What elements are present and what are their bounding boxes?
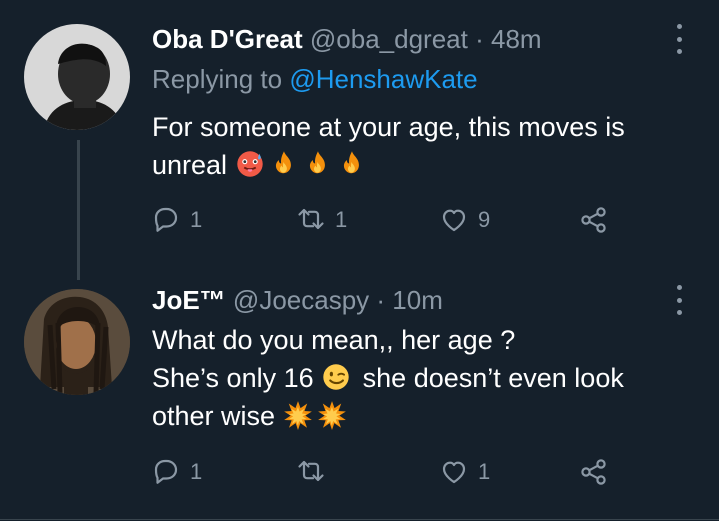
retweet-icon: [298, 460, 324, 482]
fire-emoji: [309, 151, 325, 174]
retweet-button[interactable]: [297, 458, 335, 486]
tweet-actions: 1 1: [152, 458, 622, 498]
tweet-2[interactable]: JoE™ @Joecaspy · 10m What do you mean,, …: [0, 265, 719, 520]
timestamp[interactable]: 10m: [392, 285, 443, 315]
tweet-1[interactable]: Oba D'Great @oba_dgreat · 48m Replying t…: [0, 0, 719, 280]
text-line: What do you mean,, her age ?: [152, 325, 516, 355]
more-options-icon[interactable]: [674, 24, 684, 54]
avatar[interactable]: [24, 289, 130, 395]
replying-prefix: Replying to: [152, 64, 283, 94]
reply-count: 1: [190, 207, 203, 232]
user-handle[interactable]: @Joecaspy: [233, 285, 369, 315]
separator: ·: [376, 285, 386, 315]
display-name[interactable]: Oba D'Great: [152, 24, 303, 54]
separator: ·: [475, 24, 484, 54]
retweet-icon: [298, 208, 324, 230]
share-button[interactable]: [580, 458, 608, 486]
more-options-icon[interactable]: [674, 285, 684, 315]
retweet-button[interactable]: 1: [297, 206, 347, 234]
like-button[interactable]: 1: [440, 458, 490, 486]
thread-line: [77, 140, 80, 280]
retweet-count: 1: [335, 207, 348, 232]
mention-link[interactable]: @HenshawKate: [289, 64, 477, 94]
collision-emoji: [317, 401, 346, 430]
hot-face-emoji: [235, 150, 264, 178]
tweet-text: For someone at your age, this moves is u…: [152, 108, 692, 184]
like-button[interactable]: 9: [440, 206, 490, 234]
text-line: other wise: [152, 397, 692, 435]
avatar[interactable]: [24, 24, 130, 130]
tweet-header: JoE™ @Joecaspy · 10m: [152, 285, 443, 316]
like-count: 9: [478, 207, 491, 232]
reply-icon: [154, 207, 178, 232]
text-line: She’s only 16 she doesn’t even look: [152, 359, 692, 397]
reply-button[interactable]: 1: [152, 458, 202, 486]
replying-to: Replying to @HenshawKate: [152, 64, 478, 95]
share-button[interactable]: [580, 206, 608, 234]
reply-count: 1: [190, 459, 203, 484]
winking-face-emoji: [322, 363, 350, 391]
text-line: unreal: [152, 146, 692, 184]
fire-emoji: [275, 151, 291, 174]
text-line: For someone at your age, this moves is: [152, 112, 625, 142]
reply-icon: [154, 459, 178, 484]
user-handle[interactable]: @oba_dgreat: [310, 24, 468, 54]
timestamp[interactable]: 48m: [491, 24, 542, 54]
text-segment: She’s only 16: [152, 363, 314, 393]
bottom-divider: [0, 519, 719, 520]
heart-icon: [442, 461, 466, 484]
text-segment: she doesn’t even look: [362, 363, 624, 393]
like-count: 1: [478, 459, 491, 484]
reply-button[interactable]: 1: [152, 206, 202, 234]
fire-emoji: [343, 151, 359, 174]
heart-icon: [442, 209, 466, 232]
text-segment: unreal: [152, 150, 228, 180]
tweet-actions: 1 1 9: [152, 206, 622, 246]
share-icon: [581, 207, 606, 233]
share-icon: [581, 459, 606, 485]
tweet-text: What do you mean,, her age ? She’s only …: [152, 321, 692, 435]
tweet-header: Oba D'Great @oba_dgreat · 48m: [152, 24, 542, 55]
display-name[interactable]: JoE™: [152, 285, 226, 315]
text-segment: other wise: [152, 401, 276, 431]
collision-emoji: [283, 401, 312, 430]
